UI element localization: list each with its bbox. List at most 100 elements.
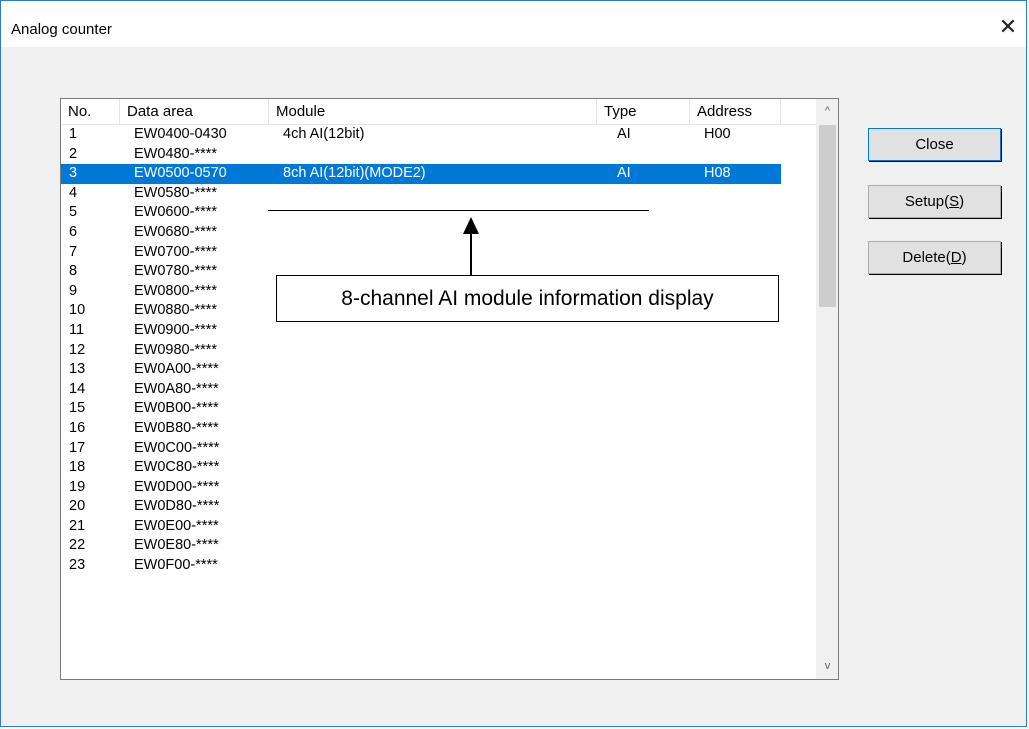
setup-label-prefix: Setup( bbox=[904, 193, 950, 210]
row-no: 19 bbox=[69, 478, 86, 495]
row-no: 11 bbox=[69, 321, 85, 338]
table-row[interactable]: 4 EW0580-**** bbox=[61, 184, 819, 204]
scroll-down-icon[interactable]: v bbox=[817, 656, 838, 677]
row-address: H08 bbox=[704, 165, 731, 182]
row-data-area: EW0800-**** bbox=[134, 282, 218, 299]
table-row[interactable]: 14 EW0A80-**** bbox=[61, 380, 819, 400]
header-no[interactable]: No. bbox=[61, 99, 120, 124]
row-module: 8ch AI(12bit)(MODE2) bbox=[283, 165, 426, 182]
setup-button[interactable]: Setup(S) bbox=[868, 185, 1001, 218]
table-row[interactable]: 15 EW0B00-**** bbox=[61, 399, 819, 419]
list-rows: 1 EW0400-0430 4ch AI(12bit) AI H00 2 EW0480-**… bbox=[61, 125, 819, 576]
table-row[interactable]: 20 EW0D80-**** bbox=[61, 497, 819, 517]
row-no: 10 bbox=[69, 302, 86, 319]
row-no: 13 bbox=[69, 361, 86, 378]
table-row[interactable]: 17 EW0C00-**** bbox=[61, 439, 819, 459]
row-no: 22 bbox=[69, 537, 86, 554]
header-type[interactable]: Type bbox=[597, 99, 690, 124]
row-no: 16 bbox=[69, 419, 86, 436]
close-icon[interactable]: ✕ bbox=[994, 15, 1022, 39]
header-address[interactable]: Address bbox=[690, 99, 781, 124]
row-no: 23 bbox=[69, 557, 86, 574]
vertical-scrollbar[interactable]: ^ v bbox=[816, 99, 838, 679]
row-data-area: EW0D80-**** bbox=[134, 498, 220, 515]
setup-label-suffix: ) bbox=[959, 193, 965, 210]
table-row[interactable]: 19 EW0D00-**** bbox=[61, 478, 819, 498]
table-row[interactable]: 6 EW0680-**** bbox=[61, 223, 819, 243]
row-no: 4 bbox=[69, 184, 78, 201]
row-no: 3 bbox=[69, 165, 78, 182]
table-row[interactable]: 1 EW0400-0430 4ch AI(12bit) AI H00 bbox=[61, 125, 819, 145]
row-data-area: EW0700-**** bbox=[134, 243, 218, 260]
header-data-area[interactable]: Data area bbox=[120, 99, 269, 124]
row-data-area: EW0C80-**** bbox=[134, 459, 220, 476]
annotation-callout: 8-channel AI module information display bbox=[276, 275, 779, 322]
row-data-area: EW0A00-**** bbox=[134, 361, 219, 378]
row-no: 5 bbox=[69, 204, 78, 221]
row-data-area: EW0480-**** bbox=[134, 145, 218, 162]
delete-label-suffix: ) bbox=[961, 249, 967, 266]
setup-accelerator: S bbox=[949, 193, 960, 210]
table-row[interactable]: 21 EW0E00-**** bbox=[61, 517, 819, 537]
row-no: 7 bbox=[69, 243, 78, 260]
table-row[interactable]: 13 EW0A00-**** bbox=[61, 360, 819, 380]
table-row[interactable]: 3 EW0500-0570 8ch AI(12bit)(MODE2) AI H08 bbox=[61, 163, 782, 185]
table-row[interactable]: 11 EW0900-**** bbox=[61, 321, 819, 341]
table-row[interactable]: 23 EW0F00-**** bbox=[61, 556, 819, 576]
module-list[interactable]: No. Data area Module Type Address 1 EW040… bbox=[60, 98, 839, 680]
row-data-area: EW0900-**** bbox=[134, 321, 218, 338]
list-header: No. Data area Module Type Address bbox=[61, 99, 819, 125]
row-no: 21 bbox=[69, 517, 86, 534]
scroll-up-icon[interactable]: ^ bbox=[817, 101, 838, 122]
row-data-area: EW0780-**** bbox=[134, 263, 218, 280]
row-no: 12 bbox=[69, 341, 86, 358]
row-data-area: EW0880-**** bbox=[134, 302, 218, 319]
row-no: 6 bbox=[69, 223, 78, 240]
row-no: 1 bbox=[69, 126, 78, 142]
table-row[interactable]: 7 EW0700-**** bbox=[61, 243, 819, 263]
table-row[interactable]: 2 EW0480-**** bbox=[61, 145, 819, 165]
row-data-area: EW0D00-**** bbox=[134, 478, 220, 495]
row-data-area: EW0E80-**** bbox=[134, 537, 219, 554]
row-no: 18 bbox=[69, 459, 86, 476]
annotation-underline bbox=[268, 210, 649, 211]
row-type: AI bbox=[617, 165, 631, 182]
row-no: 2 bbox=[69, 145, 78, 162]
row-data-area: EW0F00-**** bbox=[134, 557, 218, 574]
row-data-area: EW0400-0430 bbox=[134, 126, 227, 142]
window-title: Analog counter bbox=[11, 21, 112, 38]
annotation-arrow-shaft bbox=[470, 233, 472, 275]
row-data-area: EW0E00-**** bbox=[134, 517, 219, 534]
row-data-area: EW0B00-**** bbox=[134, 400, 219, 417]
row-data-area: EW0A80-**** bbox=[134, 380, 219, 397]
delete-button[interactable]: Delete(D) bbox=[868, 241, 1001, 274]
row-no: 17 bbox=[69, 439, 86, 456]
dialog-window: Analog counter ✕ No. Data area Module Ty… bbox=[0, 0, 1027, 727]
table-row[interactable]: 12 EW0980-**** bbox=[61, 341, 819, 361]
row-data-area: EW0C00-**** bbox=[134, 439, 220, 456]
row-no: 8 bbox=[69, 263, 78, 280]
row-no: 20 bbox=[69, 498, 86, 515]
delete-label-prefix: Delete( bbox=[902, 249, 951, 266]
row-data-area: EW0B80-**** bbox=[134, 419, 219, 436]
table-row[interactable]: 18 EW0C80-**** bbox=[61, 458, 819, 478]
row-no: 9 bbox=[69, 282, 78, 299]
close-button[interactable]: Close bbox=[868, 128, 1001, 161]
scroll-thumb[interactable] bbox=[819, 125, 836, 307]
up-arrow-icon bbox=[463, 217, 479, 234]
row-data-area: EW0680-**** bbox=[134, 223, 218, 240]
row-data-area: EW0580-**** bbox=[134, 184, 218, 201]
row-data-area: EW0980-**** bbox=[134, 341, 218, 358]
row-type: AI bbox=[617, 126, 631, 142]
delete-accelerator: D bbox=[950, 249, 962, 266]
row-module: 4ch AI(12bit) bbox=[283, 126, 365, 142]
row-data-area: EW0500-0570 bbox=[134, 165, 227, 182]
row-no: 14 bbox=[69, 380, 86, 397]
table-row[interactable]: 5 EW0600-**** bbox=[61, 203, 819, 223]
row-data-area: EW0600-**** bbox=[134, 204, 218, 221]
title-bar: Analog counter ✕ bbox=[1, 1, 1026, 47]
table-row[interactable]: 22 EW0E80-**** bbox=[61, 536, 819, 556]
header-module[interactable]: Module bbox=[269, 99, 597, 124]
row-address: H00 bbox=[704, 126, 731, 142]
table-row[interactable]: 16 EW0B80-**** bbox=[61, 419, 819, 439]
